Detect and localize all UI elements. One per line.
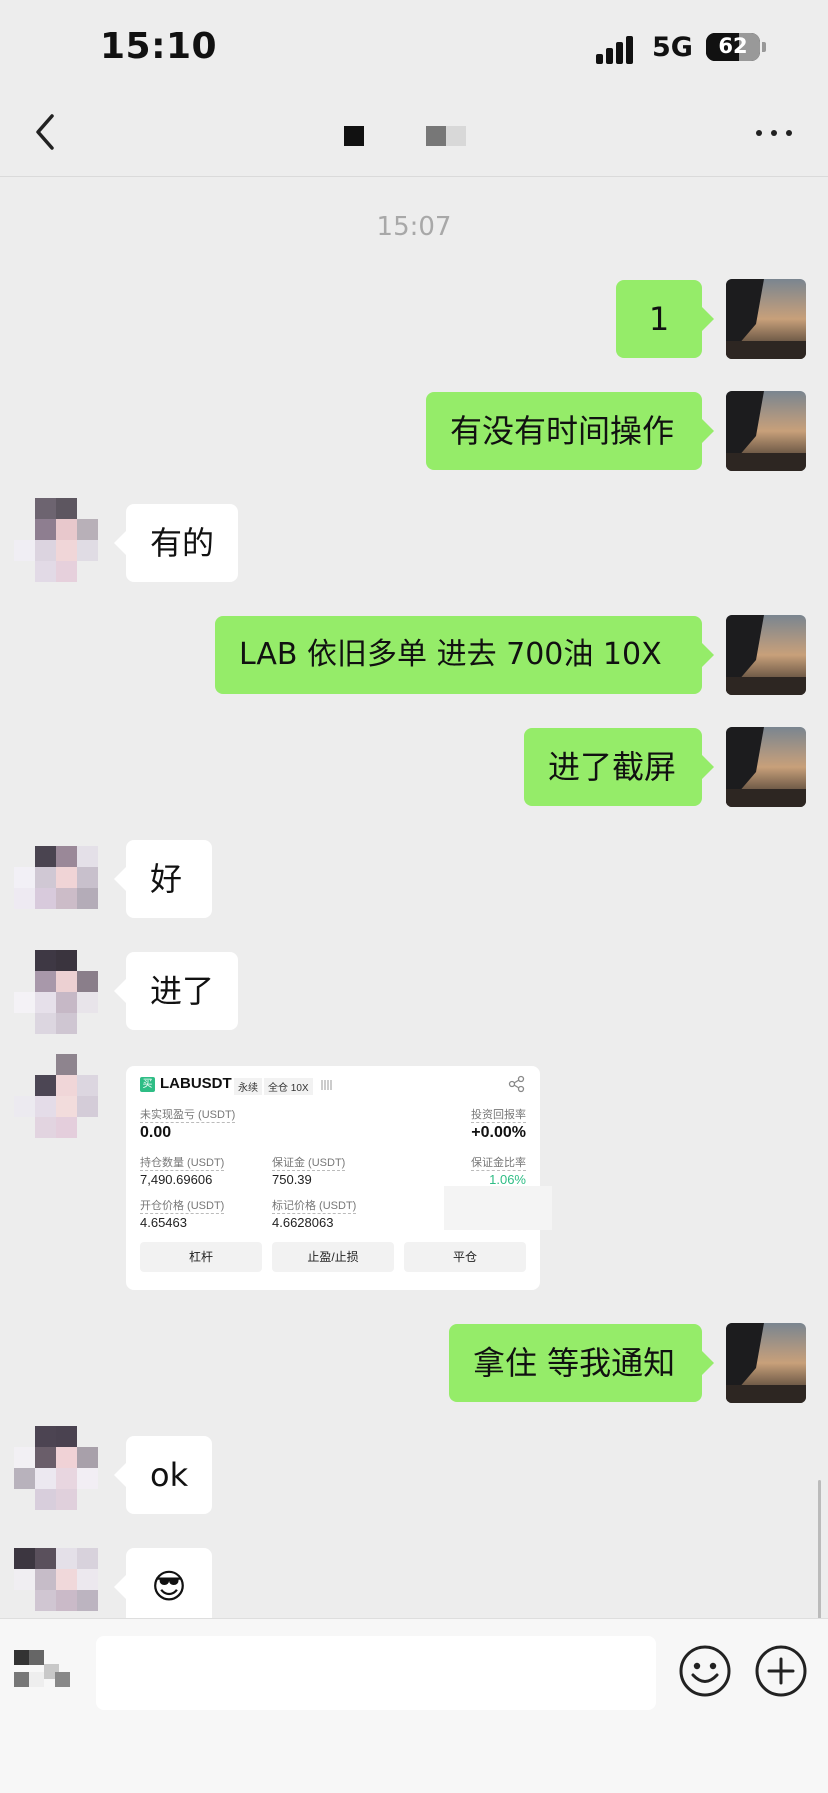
- my-avatar[interactable]: [726, 727, 806, 807]
- chat-timestamp: 15:07: [376, 212, 452, 242]
- message-text: 好: [150, 860, 183, 898]
- my-avatar[interactable]: [726, 615, 806, 695]
- message-text: 进了: [150, 972, 215, 1010]
- share-icon[interactable]: [508, 1075, 526, 1093]
- trade-screenshot-card[interactable]: 买 LABUSDT 永续 全仓 10X 未实现盈亏 (USDT) 0.00 投资…: [126, 1066, 552, 1290]
- network-label: 5G: [652, 32, 693, 63]
- message-text: 进了截屏: [548, 748, 677, 786]
- title-redacted-block: [426, 126, 446, 146]
- message-text: 有没有时间操作: [450, 412, 675, 450]
- my-message-bubble[interactable]: 拿住 等我通知: [449, 1324, 714, 1402]
- battery-tip: [762, 42, 766, 52]
- my-message-bubble[interactable]: 1: [616, 280, 714, 358]
- status-time: 15:10: [100, 26, 218, 67]
- message-text: ok: [150, 1456, 189, 1494]
- contact-message-bubble[interactable]: 好: [114, 840, 212, 918]
- message-input[interactable]: [96, 1636, 656, 1710]
- message-text: 有的: [150, 524, 215, 562]
- my-avatar[interactable]: [726, 391, 806, 471]
- mark-price-value: 4.6628063: [272, 1215, 334, 1230]
- contact-avatar[interactable]: [14, 1426, 98, 1510]
- close-position-button[interactable]: 平仓: [404, 1242, 526, 1272]
- message-text: 1: [648, 300, 670, 338]
- entry-price-value: 4.65463: [140, 1215, 187, 1230]
- signal-icon: [596, 36, 638, 64]
- my-avatar[interactable]: [726, 1323, 806, 1403]
- contact-avatar[interactable]: [14, 950, 98, 1034]
- my-message-bubble[interactable]: 进了截屏: [524, 728, 714, 806]
- pnl-value: 0.00: [140, 1124, 172, 1141]
- tp-sl-button[interactable]: 止盈/止损: [272, 1242, 394, 1272]
- battery-icon: 62: [706, 33, 760, 61]
- more-icon[interactable]: [756, 125, 792, 141]
- margin-label: 保证金 (USDT): [272, 1154, 346, 1171]
- message-text: LAB 依旧多单 进去 700油 10X: [239, 637, 662, 672]
- entry-price-label: 开仓价格 (USDT): [140, 1197, 225, 1214]
- voice-icon[interactable]: [14, 1650, 76, 1694]
- nav-bar: [0, 90, 828, 177]
- contact-avatar[interactable]: [14, 498, 98, 582]
- buy-badge: 买: [140, 1077, 155, 1092]
- margin-ratio-label: 保证金比率: [471, 1154, 526, 1171]
- roi-value: +0.00%: [471, 1124, 526, 1141]
- tag-leverage: 全仓 10X: [264, 1078, 313, 1095]
- my-avatar[interactable]: [726, 279, 806, 359]
- margin-ratio-value: 1.06%: [489, 1172, 526, 1187]
- margin-value: 750.39: [272, 1172, 312, 1187]
- emoji-icon[interactable]: [678, 1644, 732, 1698]
- pnl-label: 未实现盈亏 (USDT): [140, 1106, 236, 1123]
- tag-perpetual: 永续: [234, 1078, 262, 1095]
- contact-message-bubble[interactable]: 有的: [114, 504, 238, 582]
- back-icon[interactable]: [30, 112, 60, 152]
- contact-avatar[interactable]: [14, 846, 98, 930]
- contact-message-bubble[interactable]: 进了: [114, 952, 238, 1030]
- message-text: 拿住 等我通知: [473, 1344, 676, 1382]
- battery-level: 62: [718, 34, 748, 58]
- plus-icon[interactable]: [754, 1644, 808, 1698]
- contact-message-bubble[interactable]: ok: [114, 1436, 212, 1514]
- leverage-button[interactable]: 杠杆: [140, 1242, 262, 1272]
- size-label: 持仓数量 (USDT): [140, 1154, 225, 1171]
- my-message-bubble[interactable]: 有没有时间操作: [426, 392, 714, 470]
- bars-icon: [320, 1078, 334, 1090]
- buy-badge-text: 买: [142, 1079, 153, 1090]
- contact-avatar[interactable]: [14, 1054, 98, 1138]
- roi-label: 投资回报率: [471, 1106, 526, 1123]
- symbol: LABUSDT: [160, 1075, 232, 1092]
- size-value: 7,490.69606: [140, 1172, 213, 1187]
- title-redacted-block: [344, 126, 364, 146]
- contact-message-bubble[interactable]: 😎: [114, 1548, 212, 1626]
- title-redacted-block: [446, 126, 466, 146]
- scrollbar[interactable]: [818, 1480, 821, 1620]
- emoji-message: 😎: [151, 1567, 187, 1607]
- my-message-bubble[interactable]: LAB 依旧多单 进去 700油 10X: [215, 616, 714, 694]
- mark-price-label: 标记价格 (USDT): [272, 1197, 357, 1214]
- redacted-area: [444, 1186, 552, 1230]
